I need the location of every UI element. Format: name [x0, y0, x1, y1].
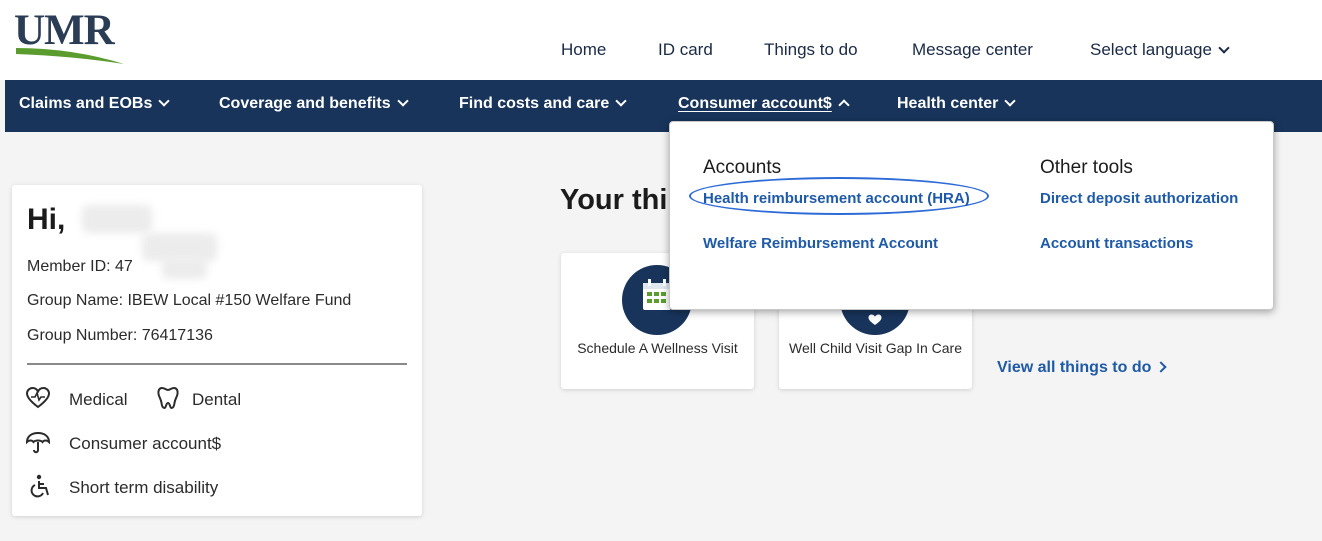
- benefit-dental[interactable]: Dental: [192, 390, 241, 410]
- other-tools-heading: Other tools: [1040, 157, 1133, 178]
- view-all-things-link[interactable]: View all things to do: [997, 359, 1168, 377]
- chevron-up-icon: [838, 99, 850, 111]
- group-number: Group Number: 76417136: [27, 327, 213, 344]
- nav-id-card[interactable]: ID card: [658, 40, 713, 60]
- nav-coverage-label: Coverage and benefits: [219, 95, 391, 112]
- chevron-down-icon: [1004, 95, 1017, 107]
- chevron-down-icon: [1218, 42, 1230, 54]
- nav-coverage-and-benefits[interactable]: Coverage and benefits: [219, 95, 409, 113]
- nav-home[interactable]: Home: [561, 40, 606, 60]
- redacted-name: [82, 205, 152, 233]
- nav-claims-and-eobs[interactable]: Claims and EOBs: [19, 95, 171, 113]
- card-divider: [27, 363, 407, 365]
- member-card: Hi, Member ID: 47 Group Name: IBEW Local…: [12, 185, 422, 516]
- select-language-label: Select language: [1090, 40, 1212, 59]
- wellness-visit-label: Schedule A Wellness Visit: [577, 340, 738, 356]
- benefit-short-term-disability[interactable]: Short term disability: [69, 478, 218, 498]
- chevron-down-icon: [158, 95, 171, 107]
- nav-consumer-account[interactable]: Consumer account$: [678, 95, 850, 113]
- nav-message-center[interactable]: Message center: [912, 40, 1033, 60]
- wheelchair-icon: [30, 474, 49, 498]
- link-account-transactions[interactable]: Account transactions: [1040, 235, 1193, 252]
- top-nav: Home ID card Things to do Message center…: [0, 40, 1322, 62]
- nav-things-to-do[interactable]: Things to do: [764, 40, 858, 60]
- nav-consumer-account-label: Consumer account$: [678, 95, 832, 112]
- link-direct-deposit[interactable]: Direct deposit authorization: [1040, 190, 1238, 207]
- link-hra[interactable]: Health reimbursement account (HRA): [703, 190, 970, 207]
- well-child-label: Well Child Visit Gap In Care: [789, 340, 962, 356]
- link-welfare-reimbursement[interactable]: Welfare Reimbursement Account: [703, 235, 938, 252]
- things-to-do-heading: Your thi: [560, 184, 668, 216]
- umbrella-icon: [25, 431, 51, 454]
- chevron-down-icon: [396, 95, 409, 107]
- benefit-consumer-account[interactable]: Consumer account$: [69, 434, 221, 454]
- top-header: UMR Home ID card Things to do Message ce…: [0, 0, 1322, 80]
- view-all-label: View all things to do: [997, 359, 1152, 376]
- heart-icon: [868, 314, 882, 325]
- nav-find-costs-label: Find costs and care: [459, 95, 610, 112]
- redacted-member-id: [162, 257, 207, 279]
- greeting: Hi,: [27, 203, 66, 236]
- chevron-right-icon: [1155, 361, 1168, 373]
- heart-pulse-icon: [26, 387, 50, 409]
- nav-claims-label: Claims and EOBs: [19, 95, 153, 112]
- tooth-icon: [157, 386, 179, 410]
- nav-find-costs-and-care[interactable]: Find costs and care: [459, 95, 627, 113]
- accounts-heading: Accounts: [703, 157, 782, 178]
- group-name: Group Name: IBEW Local #150 Welfare Fund: [27, 292, 352, 309]
- nav-select-language[interactable]: Select language: [1090, 40, 1230, 60]
- member-id: Member ID: 47: [27, 258, 133, 275]
- consumer-account-dropdown: Accounts Health reimbursement account (H…: [669, 121, 1274, 310]
- nav-health-center[interactable]: Health center: [897, 95, 1017, 113]
- nav-health-center-label: Health center: [897, 95, 999, 112]
- chevron-down-icon: [615, 95, 627, 107]
- benefit-medical[interactable]: Medical: [69, 390, 128, 410]
